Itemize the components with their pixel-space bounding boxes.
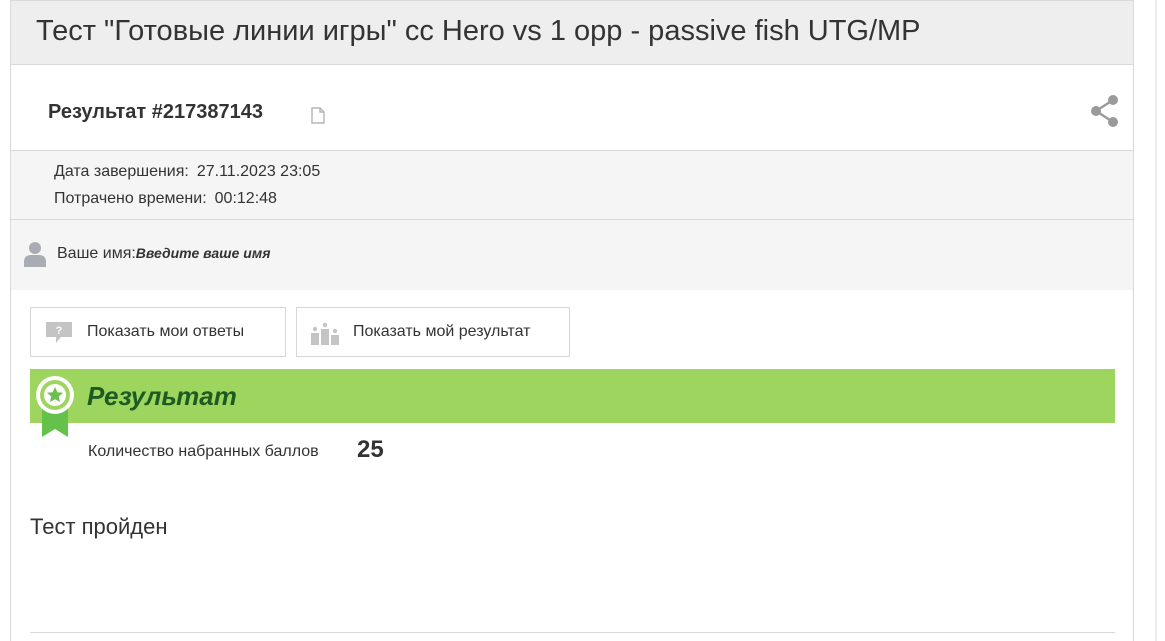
result-header: Результат #217387143 [11, 65, 1133, 151]
finished-label: Дата завершения: [54, 163, 189, 180]
finished-row: Дата завершения: 27.11.2023 23:05 [54, 163, 320, 181]
show-answers-button[interactable]: ? Показать мои ответы [30, 307, 286, 357]
user-icon [24, 242, 46, 267]
name-label: Ваше имя: [57, 245, 136, 262]
page-title: Тест "Готовые линии игры" cc Hero vs 1 o… [36, 15, 921, 47]
score-label: Количество набранных баллов [88, 443, 319, 460]
time-label: Потрачено времени: [54, 190, 207, 207]
award-badge-icon [36, 376, 74, 437]
time-value: 00:12:48 [214, 190, 277, 207]
question-bubble-icon: ? [46, 322, 72, 343]
title-bar: Тест "Готовые линии игры" cc Hero vs 1 o… [11, 0, 1133, 65]
scrollbar-track[interactable] [1155, 0, 1157, 641]
name-input[interactable]: Введите ваше имя [136, 245, 271, 261]
result-status: Тест пройден [30, 514, 168, 539]
copy-icon[interactable] [311, 107, 325, 124]
name-label-row: Ваше имя:Введите ваше имя [57, 245, 270, 263]
result-id: Результат #217387143 [48, 101, 264, 123]
score-value: 25 [357, 436, 384, 463]
time-row: Потрачено времени: 00:12:48 [54, 190, 277, 208]
divider [30, 632, 1115, 633]
show-answers-label: Показать мои ответы [87, 323, 245, 340]
result-panel: Тест "Готовые линии игры" cc Hero vs 1 o… [10, 0, 1134, 641]
show-result-label: Показать мой результат [353, 323, 531, 340]
finished-value: 27.11.2023 23:05 [196, 163, 321, 180]
name-row: Ваше имя:Введите ваше имя [11, 220, 1133, 290]
result-meta: Дата завершения: 27.11.2023 23:05 Потраче… [11, 151, 1133, 220]
share-icon[interactable] [1089, 94, 1119, 128]
show-result-button[interactable]: Показать мой результат [296, 307, 570, 357]
podium-icon [311, 322, 339, 345]
svg-text:?: ? [56, 325, 63, 337]
result-title: Результат [87, 381, 237, 411]
